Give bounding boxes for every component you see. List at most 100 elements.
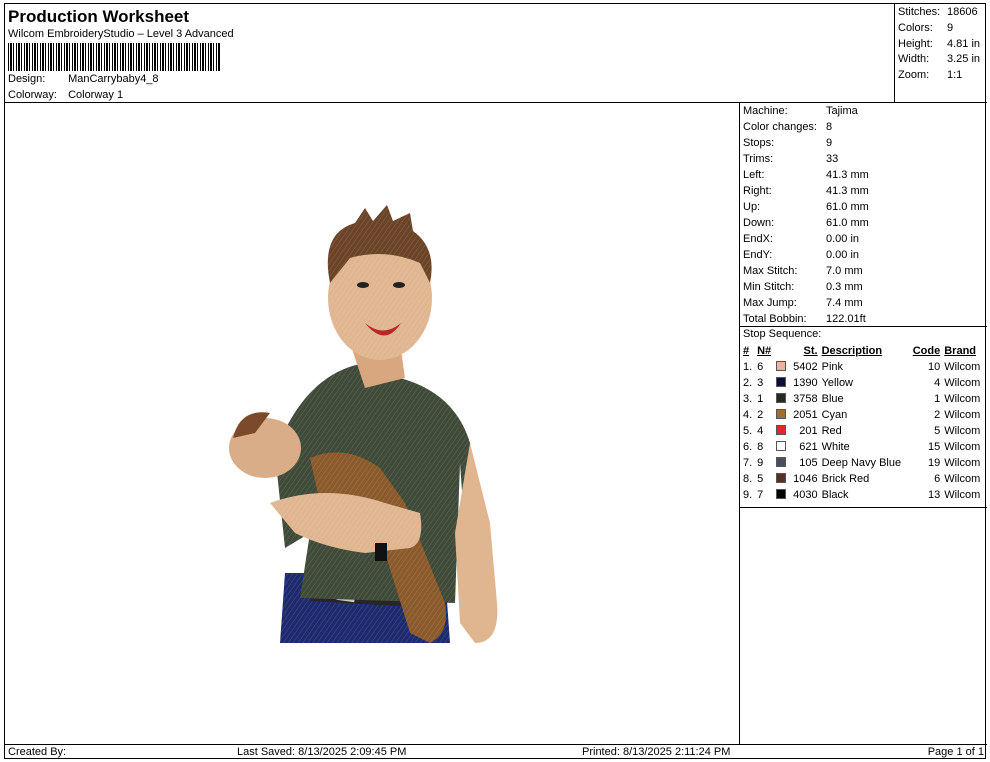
divider bbox=[740, 326, 987, 327]
color-code: 15 bbox=[927, 441, 941, 453]
swatch-icon bbox=[776, 393, 787, 403]
info-right: Right: 41.3 mm bbox=[743, 185, 869, 197]
info-label: Color changes: bbox=[743, 121, 817, 133]
info-stops: Stops: 9 bbox=[743, 137, 832, 149]
info-endx: EndX: 0.00 in bbox=[743, 233, 859, 245]
color-swatch bbox=[774, 391, 789, 407]
color-description: Blue bbox=[821, 393, 844, 405]
info-value: 8 bbox=[826, 121, 833, 133]
color-swatch bbox=[774, 471, 789, 487]
thread-brand: Wilcom bbox=[944, 409, 981, 421]
info-value: 41.3 mm bbox=[826, 169, 869, 181]
needle-number: 5 bbox=[757, 473, 764, 485]
col-brand: Brand bbox=[944, 345, 977, 357]
stat-value: 4.81 in bbox=[947, 38, 981, 50]
info-down: Down: 61.0 mm bbox=[743, 217, 869, 229]
info-value: 61.0 mm bbox=[826, 201, 869, 213]
thread-brand: Wilcom bbox=[944, 457, 981, 469]
table-row: 2. 3 1390 Yellow 4 Wilcom bbox=[741, 375, 985, 391]
stat-width: Width: 3.25 in bbox=[898, 53, 980, 65]
info-total-bobbin: Total Bobbin: 122.01ft bbox=[743, 313, 866, 325]
last-saved: Last Saved: 8/13/2025 2:09:45 PM bbox=[237, 746, 407, 758]
info-up: Up: 61.0 mm bbox=[743, 201, 869, 213]
info-label: Machine: bbox=[743, 105, 788, 117]
info-label: Total Bobbin: bbox=[743, 313, 807, 325]
info-value: 0.00 in bbox=[826, 233, 860, 245]
color-swatch bbox=[774, 407, 789, 423]
color-code: 5 bbox=[934, 425, 941, 437]
stop-sequence-title: Stop Sequence: bbox=[743, 328, 822, 340]
stat-value: 1:1 bbox=[947, 69, 963, 81]
info-value: Tajima bbox=[826, 105, 858, 117]
stat-label: Zoom: bbox=[898, 69, 930, 81]
color-description: Pink bbox=[821, 361, 844, 373]
info-label: Trims: bbox=[743, 153, 774, 165]
col-num: # bbox=[743, 345, 750, 357]
divider bbox=[740, 507, 987, 508]
info-label: Stops: bbox=[743, 137, 775, 149]
printed-date: Printed: 8/13/2025 2:11:24 PM bbox=[582, 746, 731, 758]
table-row: 3. 1 3758 Blue 1 Wilcom bbox=[741, 391, 985, 407]
stitch-count: 105 bbox=[799, 457, 818, 469]
needle-number: 3 bbox=[757, 377, 764, 389]
row-index: 7. bbox=[743, 457, 753, 469]
info-label: Max Jump: bbox=[743, 297, 797, 309]
info-value: 7.0 mm bbox=[826, 265, 863, 277]
needle-number: 4 bbox=[757, 425, 764, 437]
thread-brand: Wilcom bbox=[944, 441, 981, 453]
needle-number: 6 bbox=[757, 361, 764, 373]
info-left: Left: 41.3 mm bbox=[743, 169, 869, 181]
info-label: Min Stitch: bbox=[743, 281, 795, 293]
color-description: White bbox=[821, 441, 850, 453]
info-value: 9 bbox=[826, 137, 833, 149]
row-index: 8. bbox=[743, 473, 753, 485]
design-stats: Stitches: 18606 Colors: 9 Height: 4.81 in W… bbox=[895, 4, 987, 103]
footer: Created By: Last Saved: 8/13/2025 2:09:4… bbox=[5, 744, 987, 759]
color-swatch bbox=[774, 487, 789, 503]
info-value: 7.4 mm bbox=[826, 297, 863, 309]
color-description: Brick Red bbox=[821, 473, 870, 485]
info-trims: Trims: 33 bbox=[743, 153, 838, 165]
stat-colors: Colors: 9 bbox=[898, 22, 953, 34]
design-label: Design: bbox=[8, 73, 46, 85]
color-description: Deep Navy Blue bbox=[821, 457, 902, 469]
design-name: ManCarrybaby4_8 bbox=[68, 73, 159, 85]
stitch-count: 621 bbox=[799, 441, 818, 453]
info-value: 41.3 mm bbox=[826, 185, 869, 197]
thread-brand: Wilcom bbox=[944, 377, 981, 389]
stat-value: 18606 bbox=[947, 6, 978, 18]
needle-number: 1 bbox=[757, 393, 764, 405]
swatch-icon bbox=[776, 441, 787, 451]
stitch-count: 3758 bbox=[793, 393, 818, 405]
info-label: EndY: bbox=[743, 249, 773, 261]
info-label: Up: bbox=[743, 201, 761, 213]
stitch-count: 1390 bbox=[793, 377, 818, 389]
swatch-icon bbox=[776, 457, 787, 467]
needle-number: 2 bbox=[757, 409, 764, 421]
stat-label: Width: bbox=[898, 53, 930, 65]
thread-brand: Wilcom bbox=[944, 361, 981, 373]
stat-label: Stitches: bbox=[898, 6, 941, 18]
needle-number: 8 bbox=[757, 441, 764, 453]
color-code: 2 bbox=[934, 409, 941, 421]
thread-brand: Wilcom bbox=[944, 393, 981, 405]
row-index: 3. bbox=[743, 393, 753, 405]
table-row: 8. 5 1046 Brick Red 6 Wilcom bbox=[741, 471, 985, 487]
col-stitches: St. bbox=[803, 345, 818, 357]
info-label: Right: bbox=[743, 185, 772, 197]
swatch-icon bbox=[776, 425, 787, 435]
stitch-count: 4030 bbox=[793, 489, 818, 501]
info-color-changes: Color changes: 8 bbox=[743, 121, 832, 133]
embroidery-design-image bbox=[229, 205, 498, 643]
stat-stitches: Stitches: 18606 bbox=[898, 6, 978, 18]
swatch-icon bbox=[776, 361, 787, 371]
info-value: 122.01ft bbox=[826, 313, 866, 325]
row-index: 5. bbox=[743, 425, 753, 437]
row-index: 4. bbox=[743, 409, 753, 421]
info-label: Down: bbox=[743, 217, 775, 229]
swatch-icon bbox=[776, 409, 787, 419]
table-row: 1. 6 5402 Pink 10 Wilcom bbox=[741, 359, 985, 375]
color-description: Yellow bbox=[821, 377, 854, 389]
needle-number: 9 bbox=[757, 457, 764, 469]
info-label: EndX: bbox=[743, 233, 773, 245]
